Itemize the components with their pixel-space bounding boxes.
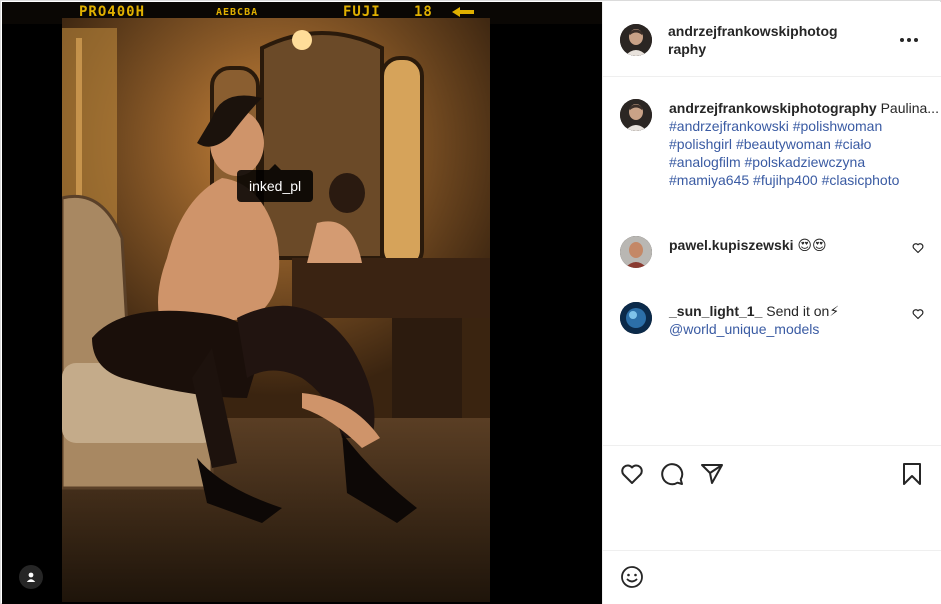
comment-like-heart-icon[interactable]: [912, 242, 924, 254]
user-mention-link[interactable]: @world_unique_models: [669, 321, 819, 337]
comment-body: pawel.kupiszewski 😍😍: [669, 236, 919, 254]
post-actions: [603, 445, 941, 550]
author-username[interactable]: andrzejfrankowskiphotog raphy: [668, 22, 848, 58]
smiley-icon[interactable]: [620, 565, 644, 589]
hashtag[interactable]: #polskadziewczyna: [745, 154, 866, 170]
user-tag-icon[interactable]: [19, 565, 43, 589]
caption-text: Paulina...: [880, 100, 939, 116]
photo-illustration: [62, 18, 490, 602]
comment-body: _sun_light_1_ Send it on⚡ @world_unique_…: [669, 302, 919, 338]
commenter-avatar[interactable]: [620, 236, 652, 268]
comment-text: Send it on⚡: [766, 303, 840, 319]
heart-icon[interactable]: [620, 462, 644, 486]
film-arrow-icon: [452, 7, 474, 17]
more-options-icon[interactable]: [897, 28, 921, 52]
film-batch-code: AEBCBA: [216, 7, 259, 18]
post-header: andrzejfrankowskiphotog raphy: [603, 2, 941, 77]
comment-bubble-icon[interactable]: [660, 462, 684, 486]
post-side-panel: andrzejfrankowskiphotog raphy andrzejfra…: [602, 2, 941, 604]
post-modal: PRO400H AEBCBA FUJI 18 inked_pl andrzejf…: [0, 0, 941, 604]
comment-composer: [603, 550, 941, 604]
hashtag[interactable]: #fujihp400: [753, 172, 818, 188]
comment-like-heart-icon[interactable]: [912, 308, 924, 320]
comment-username[interactable]: _sun_light_1_: [669, 303, 762, 319]
hashtag[interactable]: #ciało: [835, 136, 872, 152]
caption-author-avatar[interactable]: [620, 99, 652, 131]
comments-section: andrzejfrankowskiphotography Paulina... …: [603, 77, 941, 445]
hashtag[interactable]: #polishwoman: [793, 118, 883, 134]
post-photo[interactable]: [62, 18, 490, 602]
hashtag[interactable]: #clasicphoto: [822, 172, 900, 188]
hashtag[interactable]: #polishgirl: [669, 136, 732, 152]
comment-text: 😍😍: [797, 237, 827, 253]
hashtag[interactable]: #andrzejfrankowski: [669, 118, 789, 134]
hashtag[interactable]: #beautywoman: [736, 136, 831, 152]
paper-plane-icon[interactable]: [700, 462, 724, 486]
hashtag[interactable]: #mamiya645: [669, 172, 749, 188]
user-tag-label[interactable]: inked_pl: [237, 164, 314, 202]
comment-username[interactable]: pawel.kupiszewski: [669, 237, 794, 253]
commenter-avatar[interactable]: [620, 302, 652, 334]
caption-username[interactable]: andrzejfrankowskiphotography: [669, 100, 877, 116]
bookmark-icon[interactable]: [900, 462, 924, 486]
post-media[interactable]: PRO400H AEBCBA FUJI 18 inked_pl: [2, 2, 602, 604]
hashtag[interactable]: #analogfilm: [669, 154, 741, 170]
author-avatar[interactable]: [620, 24, 652, 56]
caption-body: andrzejfrankowskiphotography Paulina... …: [669, 99, 939, 189]
